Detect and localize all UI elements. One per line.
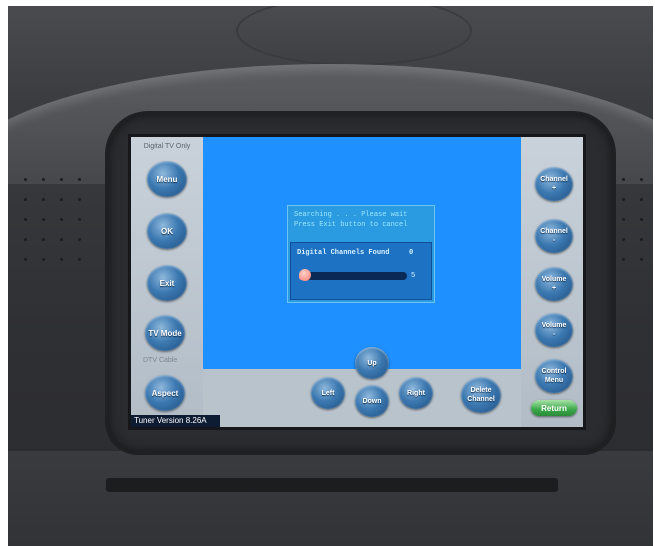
right-speaker-grille [620, 176, 650, 286]
right-button[interactable]: Right [399, 377, 433, 409]
tv-mode-button[interactable]: TV Mode [145, 315, 185, 351]
search-progress-bar [299, 272, 407, 280]
search-progress-indicator [299, 269, 311, 281]
device-slot [106, 478, 558, 492]
dtv-cable-label: DTV Cable [143, 357, 178, 364]
return-button[interactable]: Return [531, 400, 577, 416]
channel-down-button[interactable]: Channel - [535, 219, 573, 253]
delete-channel-button[interactable]: Delete Channel [461, 377, 501, 413]
control-menu-button[interactable]: Control Menu [535, 359, 573, 393]
tuner-version-label: Tuner Version 8.26A [131, 415, 220, 427]
touch-screen: Searching . . . Please wait Press Exit b… [128, 134, 586, 430]
digital-tv-only-label: Digital TV Only [143, 143, 191, 150]
volume-down-button[interactable]: Volume - [535, 313, 573, 347]
aspect-button[interactable]: Aspect [145, 375, 185, 411]
menu-button[interactable]: Menu [147, 161, 187, 197]
display-area: Searching . . . Please wait Press Exit b… [203, 137, 521, 369]
device-top-oval [236, 6, 472, 66]
dialog-line-searching: Searching . . . Please wait [294, 211, 408, 219]
down-button[interactable]: Down [355, 385, 389, 417]
device-lower-panel [8, 451, 653, 546]
left-speaker-grille [22, 176, 82, 286]
channels-found-value: 0 [409, 249, 414, 257]
ok-button[interactable]: OK [147, 213, 187, 249]
dialog-results-panel: Digital Channels Found 0 5 [290, 242, 432, 300]
channels-found-label: Digital Channels Found [297, 249, 390, 257]
search-progress-label: 5 [411, 272, 416, 280]
dialog-line-cancel: Press Exit button to cancel [294, 221, 408, 229]
channel-up-button[interactable]: Channel + [535, 167, 573, 201]
dialog-message: Searching . . . Please wait Press Exit b… [288, 206, 434, 240]
exit-button[interactable]: Exit [147, 265, 187, 301]
up-button[interactable]: Up [355, 347, 389, 379]
channel-search-dialog: Searching . . . Please wait Press Exit b… [287, 205, 435, 303]
device-photo: Searching . . . Please wait Press Exit b… [8, 6, 653, 546]
volume-up-button[interactable]: Volume + [535, 267, 573, 301]
left-button[interactable]: Left [311, 377, 345, 409]
